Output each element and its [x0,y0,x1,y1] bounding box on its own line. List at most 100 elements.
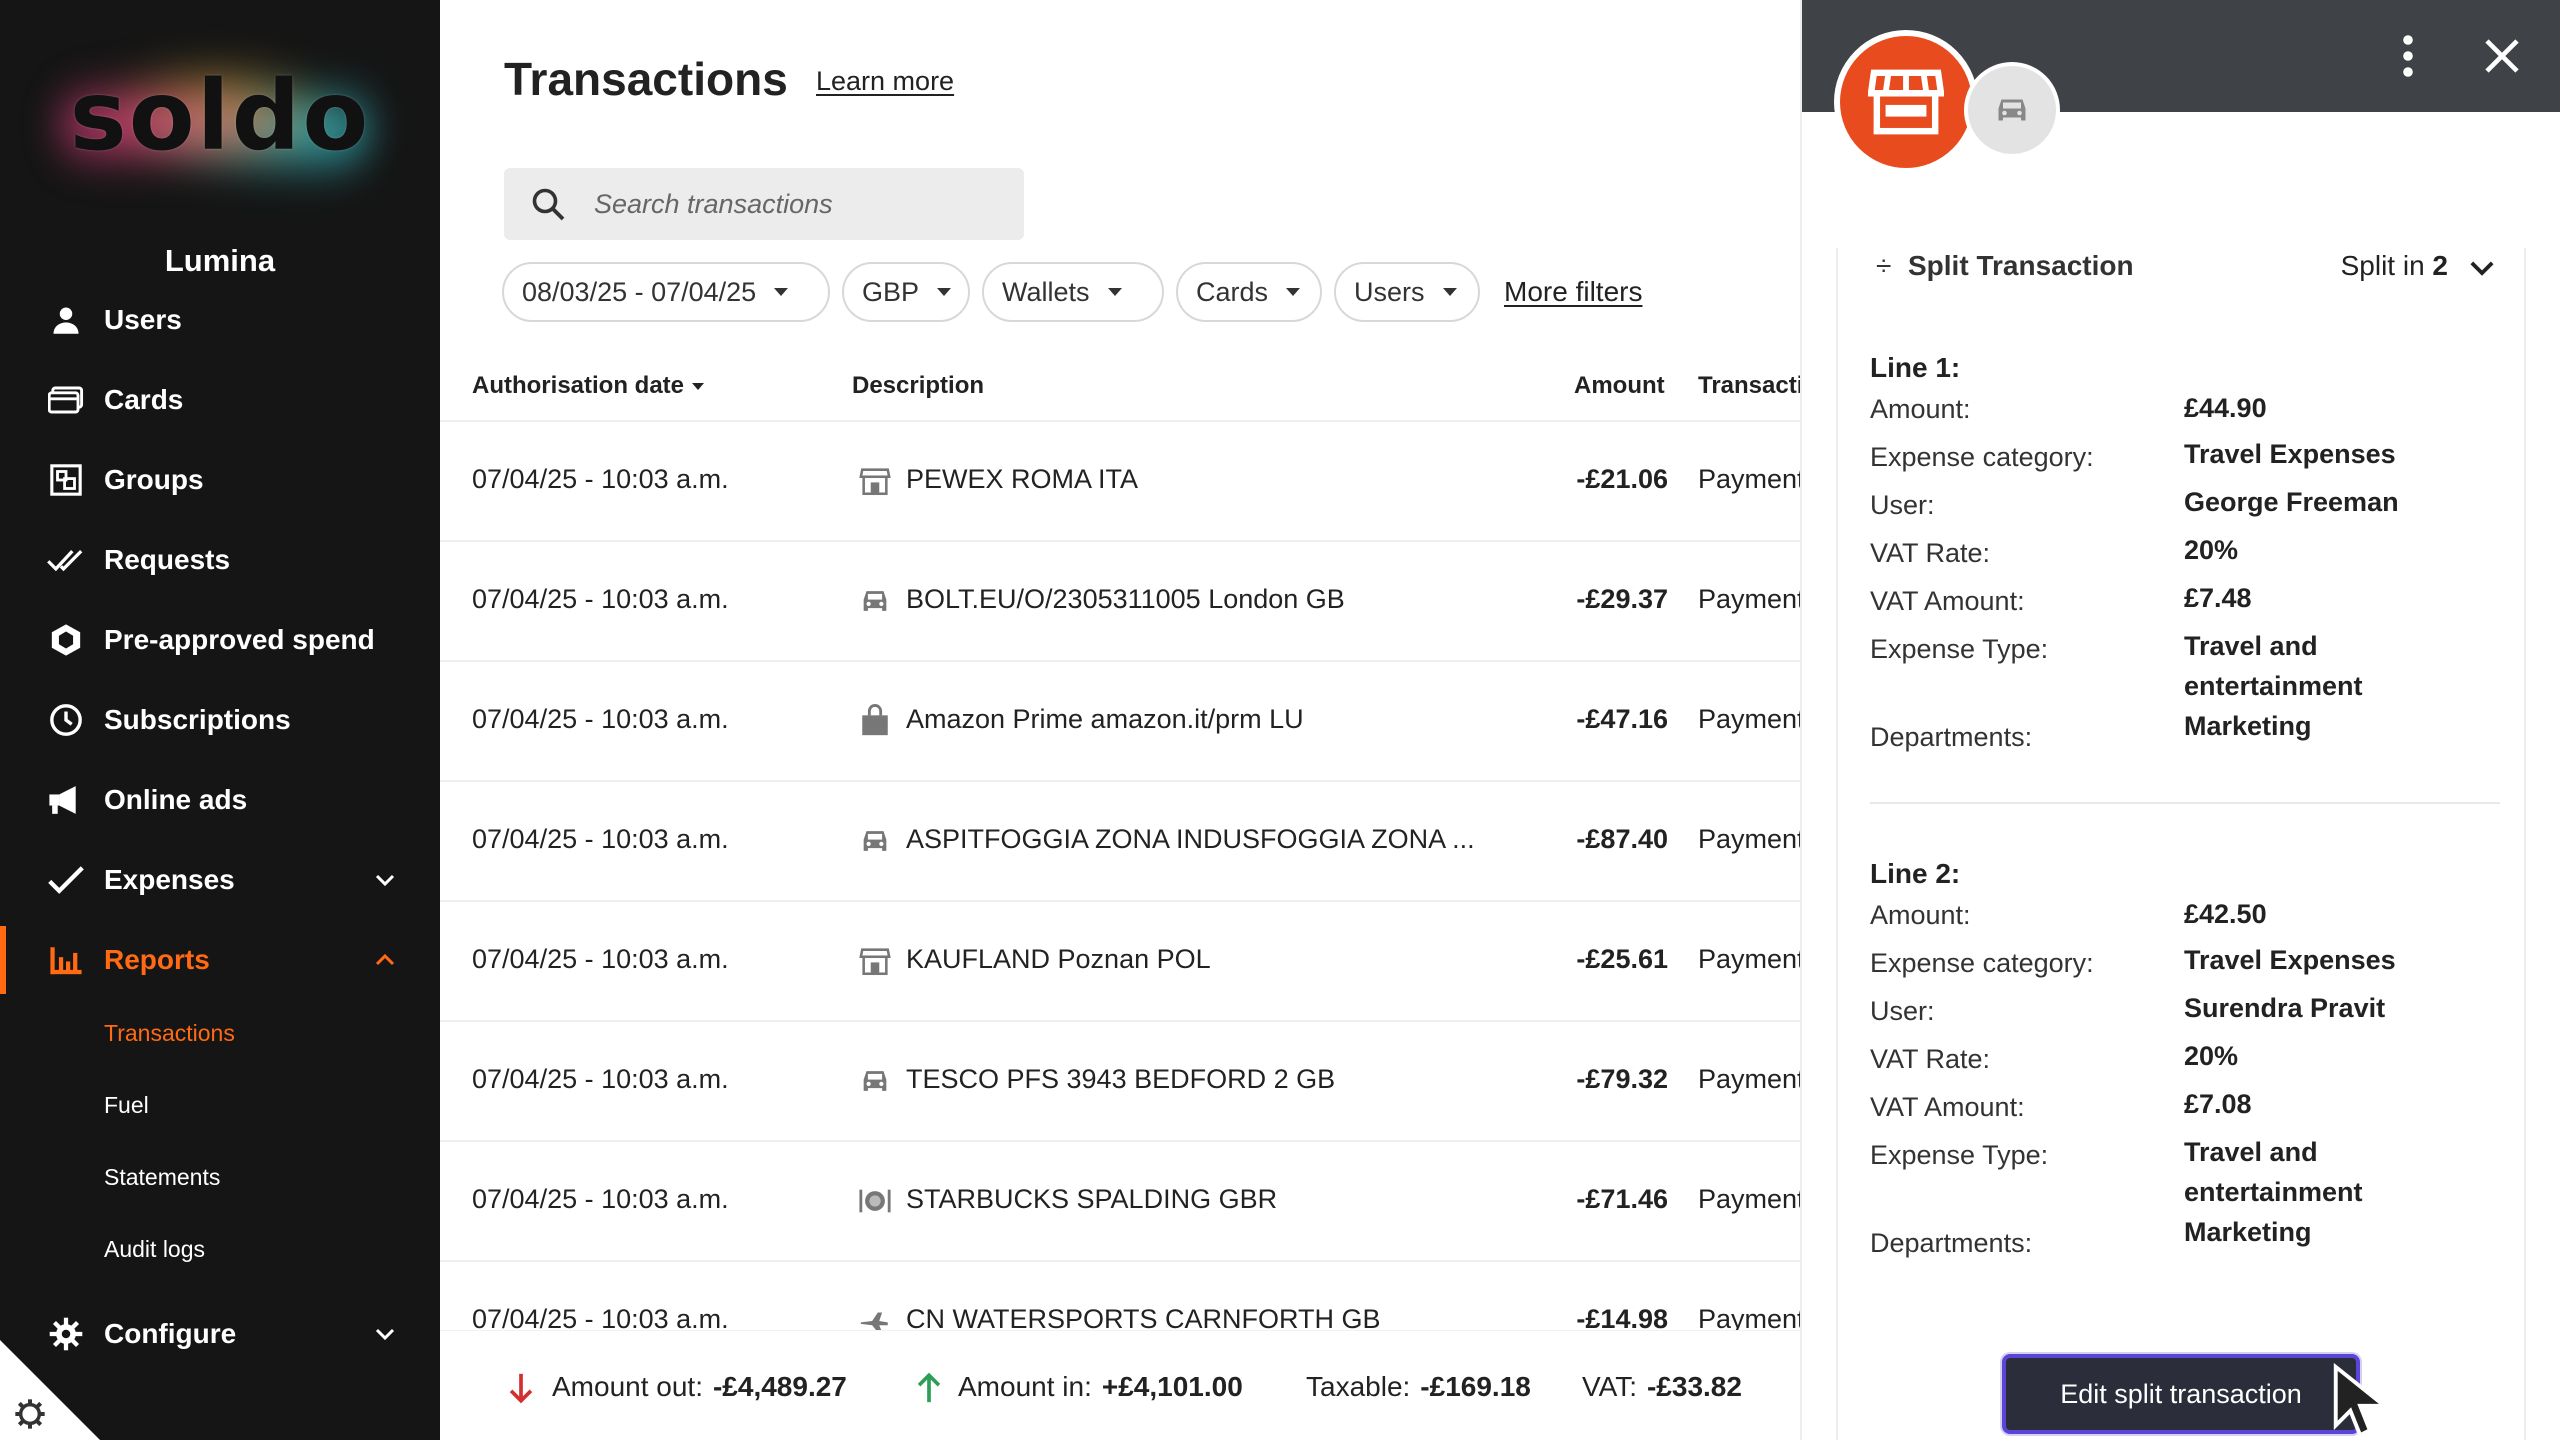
caret-down-icon [1442,288,1457,296]
store-icon [858,944,892,978]
row-type: Payment [1698,944,1800,974]
table-row[interactable]: 07/04/25 - 10:03 a.m. Amazon Prime amazo… [440,662,1800,782]
table-row[interactable]: 07/04/25 - 10:03 a.m. STARBUCKS SPALDING… [440,1142,1800,1262]
vat-amount-value: £7.08 [2184,1089,2252,1119]
users-filter[interactable]: Users [1334,262,1480,322]
card-icon [46,380,86,420]
vat-rate-label: VAT Rate: [1870,1044,1991,1074]
sidebar-item-pre-approved-spend[interactable]: Pre-approved spend [0,600,440,680]
sidebar-item-users[interactable]: Users [0,280,440,360]
sidebar-item-cards[interactable]: Cards [0,360,440,440]
row-type: Payment [1698,464,1800,494]
sidebar-item-requests[interactable]: Requests [0,520,440,600]
table-row[interactable]: 07/04/25 - 10:03 a.m. PEWEX ROMA ITA -£2… [440,422,1800,542]
sidebar-item-label: Users [104,304,182,335]
wallets-filter[interactable]: Wallets [982,262,1164,322]
chevron-down-icon[interactable] [370,865,400,895]
column-header-date[interactable]: Authorisation date [472,372,705,400]
row-amount: -£79.32 [1576,1064,1668,1094]
row-amount: -£29.37 [1576,584,1668,614]
sidebar-subitem-fuel[interactable]: Fuel [104,1092,149,1119]
chevron-down-icon[interactable] [2468,254,2496,282]
sidebar-item-label: Groups [104,464,204,495]
filter-label: GBP [862,276,920,307]
sidebar-item-label: Online ads [104,784,248,815]
car-icon [858,1064,892,1098]
row-amount: -£47.16 [1576,704,1668,734]
row-description: BOLT.EU/O/2305311005 London GB [906,584,1345,614]
store-icon [858,464,892,498]
row-amount: -£71.46 [1576,1184,1668,1214]
row-type: Payment [1698,584,1800,614]
expense-type-value: Travel and entertainment [2184,631,2363,701]
more-options-icon[interactable] [2388,32,2428,80]
expense-type-value: Travel and entertainment [2184,1137,2363,1207]
filter-label: Cards [1196,276,1269,307]
settings-gear-icon[interactable] [14,1398,46,1430]
row-description: STARBUCKS SPALDING GBR [906,1184,1278,1214]
hexagon-icon [46,620,86,660]
sidebar-subitem-transactions[interactable]: Transactions [104,1020,235,1047]
split-header[interactable]: ÷ Split Transaction Split in 2 [1876,248,2506,288]
table-row[interactable]: 07/04/25 - 10:03 a.m. ASPITFOGGIA ZONA I… [440,782,1800,902]
user-label: User: [1870,490,1935,520]
expense-type-label: Expense Type: [1870,1140,2049,1170]
vat-amount-value: £7.48 [2184,583,2252,613]
row-description: ASPITFOGGIA ZONA INDUSFOGGIA ZONA ... [906,824,1475,854]
sidebar-item-label: Cards [104,384,184,415]
close-icon[interactable] [2482,36,2522,76]
sidebar-item-expenses[interactable]: Expenses [0,840,440,920]
edit-split-transaction-button[interactable]: Edit split transaction [2002,1354,2360,1434]
row-date: 07/04/25 - 10:03 a.m. [472,824,729,854]
row-description: TESCO PFS 3943 BEDFORD 2 GB [906,1064,1336,1094]
vat-total: VAT: -£33.82 [1582,1371,1742,1402]
page-title: Transactions [504,53,788,105]
filter-label: 08/03/25 - 07/04/25 [522,276,757,307]
search-input[interactable] [594,168,1014,240]
table-row[interactable]: 07/04/25 - 10:03 a.m. KAUFLAND Poznan PO… [440,902,1800,1022]
vat-rate-label: VAT Rate: [1870,538,1991,568]
row-description: PEWEX ROMA ITA [906,464,1139,494]
sidebar-item-online-ads[interactable]: Online ads [0,760,440,840]
totals-footer: Amount out: -£4,489.27 Amount in: +£4,101.… [440,1330,1800,1440]
bar-chart-icon [46,940,86,980]
row-date: 07/04/25 - 10:03 a.m. [472,944,729,974]
table-row[interactable]: 07/04/25 - 10:03 a.m. BOLT.EU/O/23053110… [440,542,1800,662]
clock-icon [46,700,86,740]
car-icon [858,824,892,858]
user-icon [46,300,86,340]
row-description: KAUFLAND Poznan POL [906,944,1211,974]
caret-down-icon [1107,288,1122,296]
column-header-description: Description [852,372,985,399]
more-filters-link[interactable]: More filters [1504,276,1642,308]
row-amount: -£25.61 [1576,944,1668,974]
learn-more-link[interactable]: Learn more [816,66,954,97]
split-title: Split Transaction [1908,250,2134,281]
currency-filter[interactable]: GBP [842,262,970,322]
table-row[interactable]: 07/04/25 - 10:03 a.m. TESCO PFS 3943 BED… [440,1022,1800,1142]
arrow-up-icon [914,1371,944,1405]
sidebar-item-subscriptions[interactable]: Subscriptions [0,680,440,760]
sidebar-item-groups[interactable]: Groups [0,440,440,520]
arrow-down-icon [506,1371,536,1405]
chevron-up-icon[interactable] [370,945,400,975]
vat-rate-value: 20% [2184,1041,2239,1071]
row-date: 07/04/25 - 10:03 a.m. [472,584,729,614]
row-type: Payment [1698,1064,1800,1094]
sidebar-subitem-audit-logs[interactable]: Audit logs [104,1236,205,1263]
mouse-pointer-icon [2330,1362,2400,1440]
sidebar-item-reports[interactable]: Reports [0,920,440,1000]
vat-amount-label: VAT Amount: [1870,1092,2025,1122]
amount-out: Amount out: -£4,489.27 [552,1371,847,1402]
vat-amount-label: VAT Amount: [1870,586,2025,616]
caret-down-icon [1286,288,1301,296]
logo-text: soldo [69,60,371,172]
user-label: User: [1870,996,1935,1026]
search-box[interactable] [504,168,1024,240]
chevron-down-icon[interactable] [370,1319,400,1349]
date-range-filter[interactable]: 08/03/25 - 07/04/25 [502,262,830,322]
row-date: 07/04/25 - 10:03 a.m. [472,704,729,734]
sidebar-subitem-statements[interactable]: Statements [104,1164,220,1191]
cards-filter[interactable]: Cards [1176,262,1322,322]
row-date: 07/04/25 - 10:03 a.m. [472,464,729,494]
